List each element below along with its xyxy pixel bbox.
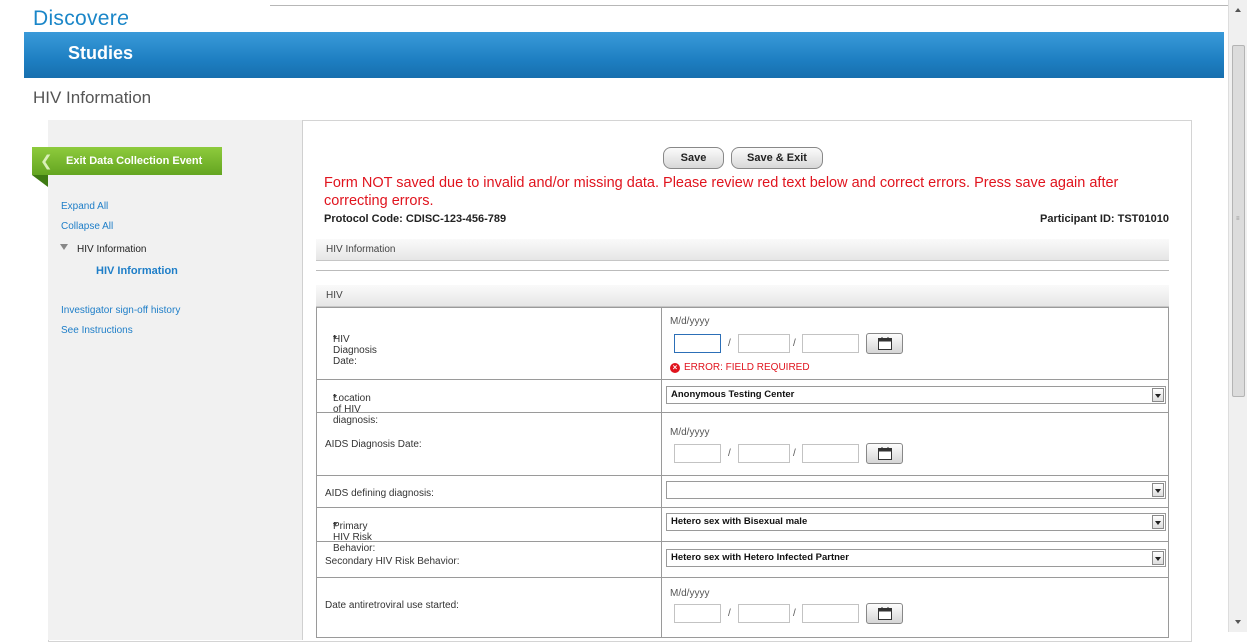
- section-header-hiv: HIV: [316, 285, 1169, 307]
- vertical-scrollbar[interactable]: ≡: [1228, 0, 1247, 632]
- location-hiv-diagnosis-select[interactable]: Anonymous Testing Center: [666, 386, 1166, 404]
- form-row-aids-diagnosis-date: AIDS Diagnosis Date: M/d/yyyy / /: [316, 413, 1169, 476]
- month-input[interactable]: [674, 444, 721, 463]
- year-input[interactable]: [802, 444, 859, 463]
- secondary-hiv-risk-select[interactable]: Hetero sex with Hetero Infected Partner: [666, 549, 1166, 567]
- form-row-aids-defining-diagnosis: AIDS defining diagnosis:: [316, 476, 1169, 508]
- field-label: Secondary HIV Risk Behavior:: [325, 556, 460, 567]
- date-format-hint: M/d/yyyy: [670, 427, 710, 438]
- collapse-all-link[interactable]: Collapse All: [61, 221, 113, 232]
- form-row-secondary-hiv-risk: Secondary HIV Risk Behavior: Hetero sex …: [316, 542, 1169, 578]
- tree-item-hiv-information[interactable]: HIV Information: [77, 244, 146, 255]
- date-separator: /: [793, 338, 796, 349]
- calendar-icon: [878, 447, 892, 460]
- see-instructions-link[interactable]: See Instructions: [61, 325, 133, 336]
- banner-title[interactable]: Studies: [68, 43, 133, 64]
- field-label-cell: AIDS Diagnosis Date:: [317, 413, 662, 475]
- field-label: HIV Diagnosis Date:: [333, 334, 377, 367]
- form-row-primary-hiv-risk: * Primary HIV Risk Behavior: Hetero sex w…: [316, 508, 1169, 554]
- grip-icon: ≡: [1236, 216, 1240, 222]
- section-header-hiv-information: HIV Information: [316, 239, 1169, 261]
- chevron-down-icon: [1152, 551, 1164, 565]
- year-input[interactable]: [802, 334, 859, 353]
- field-label-cell: * Primary HIV Risk Behavior:: [317, 508, 662, 554]
- date-separator: /: [728, 448, 731, 459]
- field-value-cell: Anonymous Testing Center: [662, 380, 1168, 412]
- month-input[interactable]: [674, 604, 721, 623]
- field-error-text: ERROR: FIELD REQUIRED: [684, 362, 810, 373]
- chevron-down-icon: [1152, 483, 1164, 497]
- field-label-cell: Date antiretroviral use started:: [317, 578, 662, 637]
- expand-all-link[interactable]: Expand All: [61, 201, 108, 212]
- form-row-location-hiv-diagnosis: * Location of HIV diagnosis: Anonymous Te…: [316, 380, 1169, 426]
- chevron-down-icon: [1152, 388, 1164, 402]
- select-value: Hetero sex with Hetero Infected Partner: [671, 552, 849, 563]
- field-label-cell: * HIV Diagnosis Date:: [317, 308, 662, 379]
- field-label: AIDS defining diagnosis:: [325, 488, 434, 499]
- date-separator: /: [793, 608, 796, 619]
- exit-button-label: Exit Data Collection Event: [66, 155, 203, 167]
- primary-hiv-risk-select[interactable]: Hetero sex with Bisexual male: [666, 513, 1166, 531]
- protocol-code: Protocol Code: CDISC-123-456-789: [324, 213, 507, 225]
- sidebar: [48, 120, 303, 640]
- date-format-hint: M/d/yyyy: [670, 316, 710, 327]
- field-label-cell: * Location of HIV diagnosis:: [317, 380, 662, 426]
- ribbon-fold: [32, 175, 48, 187]
- save-button[interactable]: Save: [663, 147, 724, 169]
- field-label: Date antiretroviral use started:: [325, 600, 459, 611]
- scrollbar-thumb[interactable]: ≡: [1232, 45, 1245, 397]
- form-error-message: Form NOT saved due to invalid and/or mis…: [324, 175, 1119, 209]
- scroll-down-icon[interactable]: [1229, 615, 1247, 629]
- date-format-hint: M/d/yyyy: [670, 588, 710, 599]
- scroll-up-icon[interactable]: [1229, 3, 1247, 17]
- month-input[interactable]: [674, 334, 721, 353]
- field-label: AIDS Diagnosis Date:: [325, 439, 422, 450]
- section-divider: [316, 270, 1169, 271]
- tree-child-hiv-information[interactable]: HIV Information: [96, 265, 178, 277]
- field-label-cell: AIDS defining diagnosis:: [317, 476, 662, 507]
- field-error: × ERROR: FIELD REQUIRED: [670, 362, 810, 373]
- form-row-antiretroviral-date: Date antiretroviral use started: M/d/yyy…: [316, 578, 1169, 638]
- top-divider: [270, 5, 1230, 6]
- calendar-icon: [878, 337, 892, 350]
- select-value: Hetero sex with Bisexual male: [671, 516, 808, 527]
- exit-data-collection-button[interactable]: ❮ Exit Data Collection Event: [32, 147, 222, 175]
- tree-expand-icon[interactable]: [60, 244, 68, 250]
- calendar-button[interactable]: [866, 603, 903, 624]
- app-logo[interactable]: Discovere: [33, 7, 129, 31]
- day-input[interactable]: [738, 444, 790, 463]
- signoff-history-link[interactable]: Investigator sign-off history: [61, 305, 180, 316]
- field-value-cell: M/d/yyyy / /: [662, 413, 1168, 475]
- participant-id: Participant ID: TST01010: [1040, 213, 1169, 225]
- field-value-cell: M/d/yyyy / /: [662, 578, 1168, 637]
- date-separator: /: [793, 448, 796, 459]
- day-input[interactable]: [738, 604, 790, 623]
- logo-text: Discover: [33, 7, 118, 30]
- aids-defining-diagnosis-select[interactable]: [666, 481, 1166, 499]
- day-input[interactable]: [738, 334, 790, 353]
- calendar-button[interactable]: [866, 443, 903, 464]
- calendar-button[interactable]: [866, 333, 903, 354]
- error-icon: ×: [670, 362, 680, 373]
- field-label-cell: Secondary HIV Risk Behavior:: [317, 542, 662, 577]
- date-separator: /: [728, 608, 731, 619]
- logo-accent: e: [117, 7, 130, 30]
- chevron-down-icon: [1152, 515, 1164, 529]
- select-value: Anonymous Testing Center: [671, 389, 795, 400]
- save-exit-button[interactable]: Save & Exit: [731, 147, 823, 169]
- date-separator: /: [728, 338, 731, 349]
- form-row-hiv-diagnosis-date: * HIV Diagnosis Date: M/d/yyyy / / × ERROR…: [316, 307, 1169, 380]
- field-value-cell: Hetero sex with Bisexual male: [662, 508, 1168, 541]
- chevron-left-icon: ❮: [40, 153, 53, 170]
- field-value-cell: [662, 476, 1168, 507]
- page-title: HIV Information: [33, 88, 152, 107]
- field-value-cell: Hetero sex with Hetero Infected Partner: [662, 542, 1168, 577]
- field-value-cell: M/d/yyyy / / × ERROR: FIELD REQUIRED: [662, 308, 1168, 379]
- studies-banner: Studies: [24, 32, 1224, 78]
- calendar-icon: [878, 607, 892, 620]
- year-input[interactable]: [802, 604, 859, 623]
